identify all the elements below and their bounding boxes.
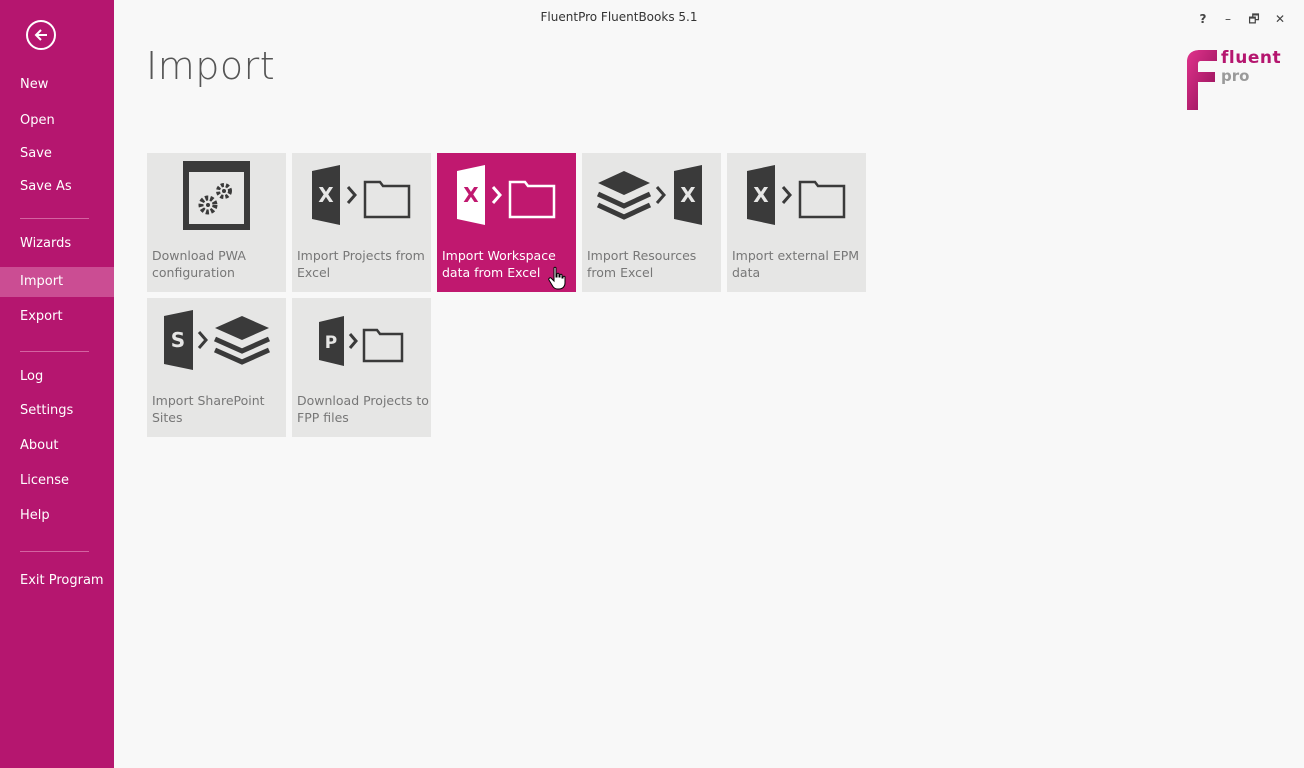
sidebar-item-wizards[interactable]: Wizards bbox=[0, 229, 114, 259]
svg-text:X: X bbox=[680, 183, 696, 207]
sidebar-item-new[interactable]: New bbox=[0, 70, 114, 100]
close-button[interactable]: ✕ bbox=[1270, 8, 1290, 30]
tile-label: Download Projects to FPP files bbox=[297, 393, 429, 425]
project-to-folder-icon: P bbox=[292, 304, 431, 380]
tile-label: Import Resources from Excel bbox=[587, 248, 697, 280]
sidebar-item-settings[interactable]: Settings bbox=[0, 396, 114, 426]
tile-label: Import external EPM data bbox=[732, 248, 860, 280]
restore-button[interactable]: 🗗 bbox=[1244, 8, 1264, 30]
sidebar-item-save[interactable]: Save bbox=[0, 139, 114, 169]
tile-import-projects-from-excel[interactable]: X Import Projects from Excel bbox=[292, 153, 431, 292]
svg-text:X: X bbox=[463, 183, 479, 207]
tile-label: Import Projects from Excel bbox=[297, 248, 425, 280]
minimize-button[interactable]: – bbox=[1218, 8, 1238, 30]
logo-text-pro: pro bbox=[1221, 67, 1250, 85]
sidebar-item-export[interactable]: Export bbox=[0, 302, 114, 332]
logo-text-fluent: fluent bbox=[1221, 48, 1282, 68]
sidebar-divider bbox=[20, 218, 89, 219]
tile-download-projects-to-fpp-files[interactable]: P Download Projects to FPP files bbox=[292, 298, 431, 437]
sidebar-item-about[interactable]: About bbox=[0, 431, 114, 461]
tile-label: Import SharePoint Sites bbox=[152, 393, 265, 425]
svg-text:X: X bbox=[753, 183, 769, 207]
sidebar: New Open Save Save As Wizards Import Exp… bbox=[0, 0, 114, 768]
tile-import-external-epm-data[interactable]: X Import external EPM data bbox=[727, 153, 866, 292]
sidebar-item-open[interactable]: Open bbox=[0, 106, 114, 136]
tile-import-resources-from-excel[interactable]: X Import Resources from Excel bbox=[582, 153, 721, 292]
sidebar-divider bbox=[20, 351, 89, 352]
page-title: Import bbox=[146, 44, 276, 88]
sidebar-item-import[interactable]: Import bbox=[0, 267, 114, 297]
svg-text:P: P bbox=[325, 333, 337, 353]
excel-to-folder-icon: X bbox=[437, 159, 576, 235]
sharepoint-to-layers-icon: S bbox=[147, 304, 286, 380]
pwa-settings-icon bbox=[147, 159, 286, 235]
back-button[interactable] bbox=[26, 20, 56, 50]
sidebar-item-log[interactable]: Log bbox=[0, 362, 114, 392]
sidebar-item-license[interactable]: License bbox=[0, 466, 114, 496]
sidebar-item-save-as[interactable]: Save As bbox=[0, 172, 114, 202]
sidebar-item-help[interactable]: Help bbox=[0, 501, 114, 531]
window-title: FluentPro FluentBooks 5.1 bbox=[540, 10, 698, 24]
excel-to-folder-icon: X bbox=[727, 159, 866, 235]
svg-text:X: X bbox=[318, 183, 334, 207]
hand-cursor-icon bbox=[548, 266, 566, 290]
svg-text:S: S bbox=[171, 328, 185, 352]
arrow-left-icon bbox=[34, 29, 47, 41]
fluentpro-logo: fluent pro bbox=[1184, 48, 1284, 118]
tile-download-pwa-configuration[interactable]: Download PWA configuration bbox=[147, 153, 286, 292]
excel-to-folder-icon: X bbox=[292, 159, 431, 235]
sidebar-divider bbox=[20, 551, 89, 552]
layers-to-excel-icon: X bbox=[582, 159, 721, 235]
tile-label: Download PWA configuration bbox=[152, 248, 246, 280]
tile-import-sharepoint-sites[interactable]: S Import SharePoint Sites bbox=[147, 298, 286, 437]
help-button[interactable]: ? bbox=[1193, 8, 1213, 30]
sidebar-item-exit-program[interactable]: Exit Program bbox=[0, 566, 114, 596]
